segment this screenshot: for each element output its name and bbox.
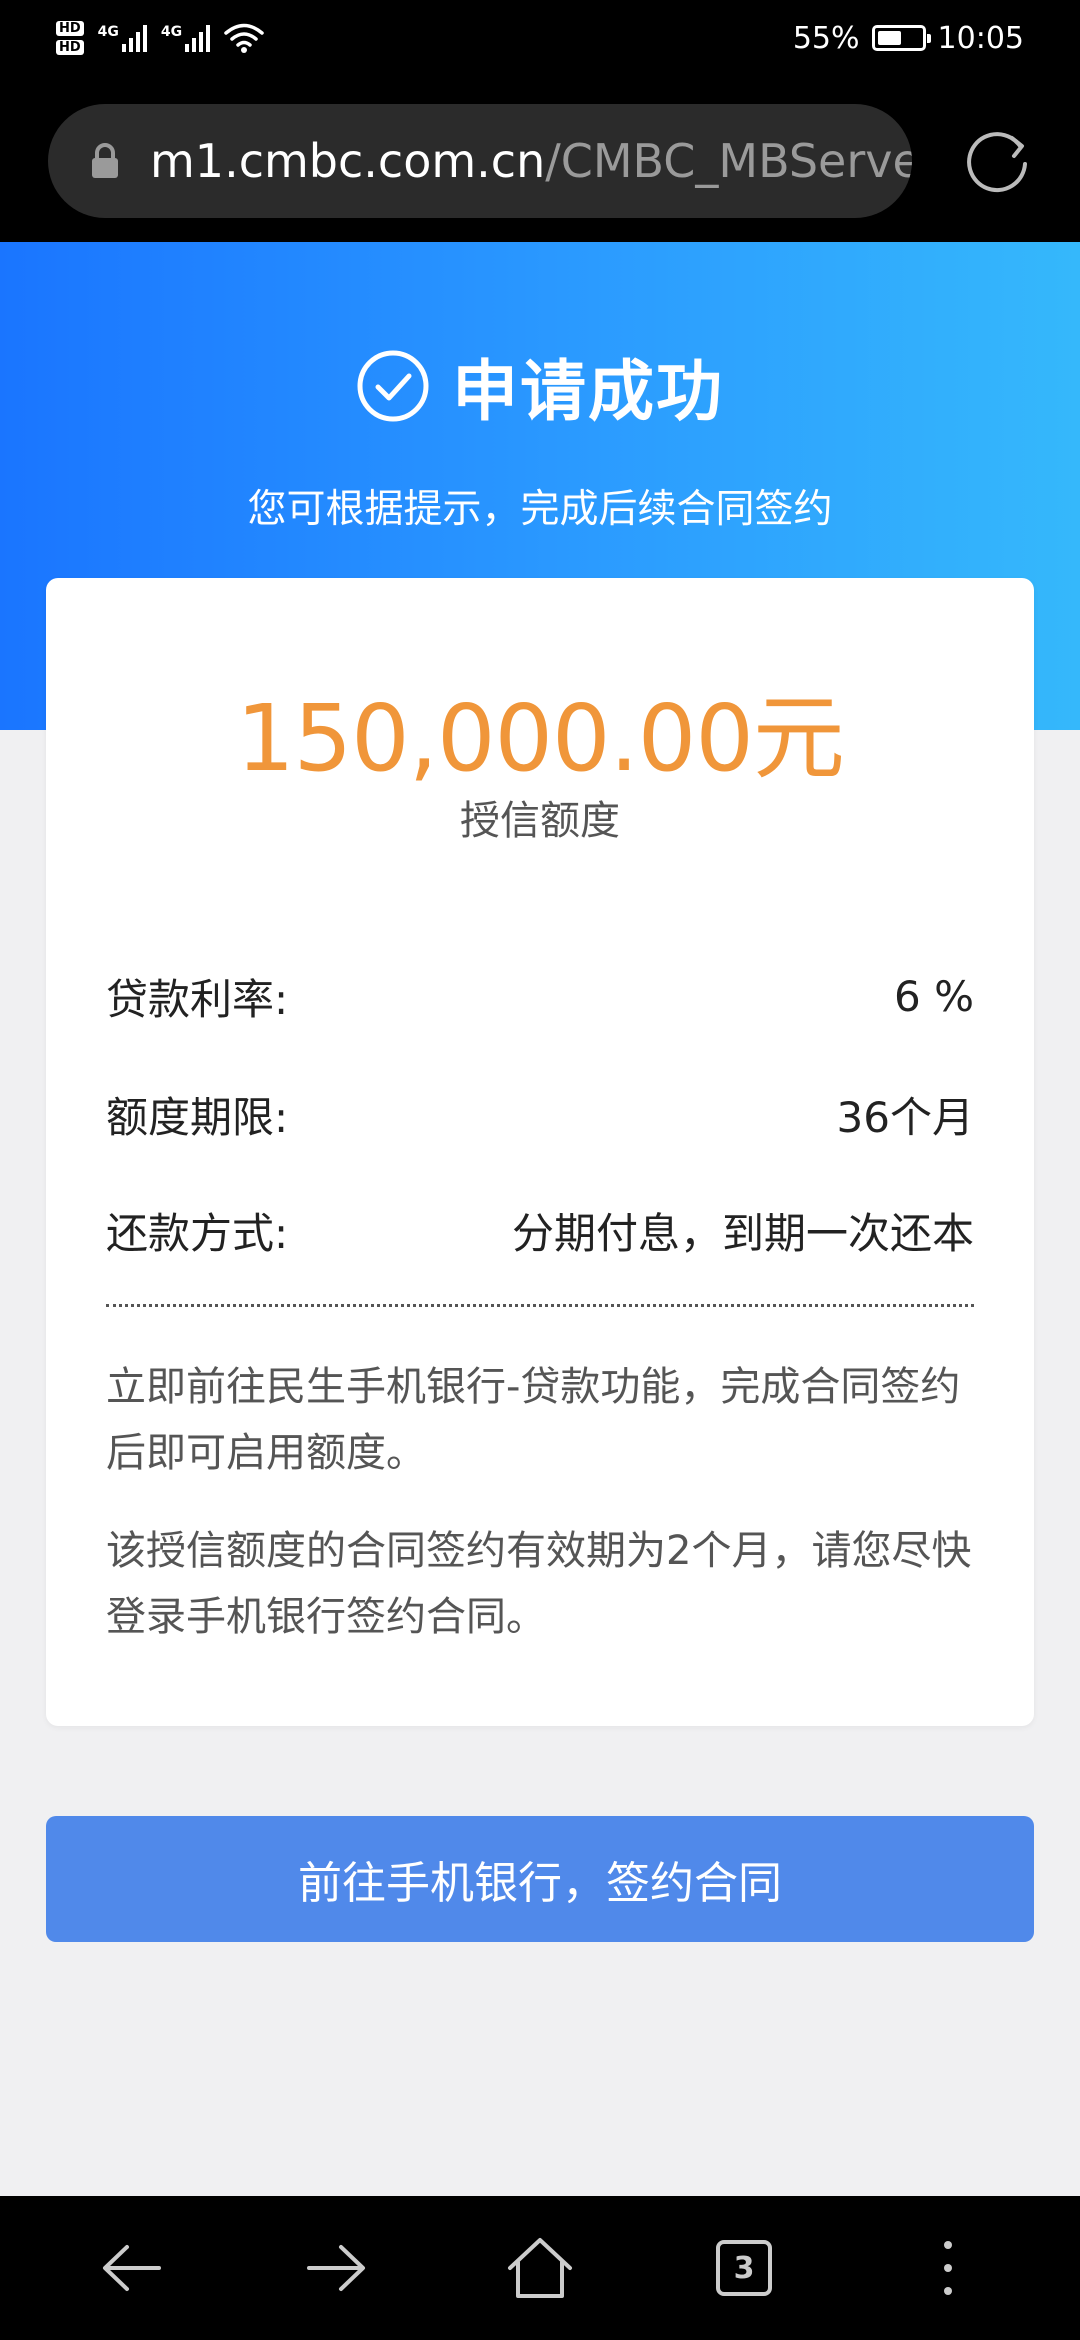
url-path: /CMBC_MBServe: [545, 134, 912, 188]
note-paragraph-1: 立即前往民生手机银行-贷款功能，完成合同签约后即可启用额度。: [106, 1364, 961, 1476]
home-icon: [508, 2238, 572, 2298]
signal-bars-icon: [121, 24, 147, 52]
detail-value: 36个月: [836, 1092, 974, 1142]
status-right: 55% 10:05: [793, 21, 1024, 56]
page-title: 申请成功: [452, 353, 724, 430]
detail-key: 贷款利率:: [106, 974, 289, 1024]
hd-badges: HD HD: [56, 21, 84, 55]
forward-arrow-icon: [307, 2245, 365, 2291]
detail-key: 额度期限:: [106, 1092, 289, 1142]
status-left: HD HD 4G 4G: [56, 21, 264, 55]
detail-key: 还款方式:: [106, 1208, 289, 1258]
detail-row-rate: 贷款利率: 6 %: [106, 966, 974, 1026]
detail-value: 6 %: [894, 971, 974, 1021]
more-menu-icon: [944, 2241, 952, 2295]
note-paragraph-2: 该授信额度的合同签约有效期为2个月，请您尽快登录手机银行签约合同。: [106, 1528, 972, 1640]
check-circle-icon: [357, 350, 429, 422]
go-to-mobile-banking-button[interactable]: 前往手机银行，签约合同: [46, 1816, 1034, 1942]
reload-icon[interactable]: [960, 124, 1034, 198]
success-title: 申请成功: [0, 338, 1080, 434]
hd-badge-2: HD: [56, 40, 84, 55]
battery-icon: [871, 25, 931, 51]
browser-bottom-bar: 3: [0, 2196, 1080, 2340]
url-host: m1.cmbc.com.cn: [150, 134, 546, 188]
wifi-icon: [224, 22, 264, 54]
success-subtitle: 您可根据提示，完成后续合同签约: [247, 487, 833, 532]
signal-2: 4G: [160, 24, 211, 52]
credit-amount: 150,000.00元: [236, 685, 845, 792]
detail-row-term: 额度期限: 36个月: [106, 1084, 974, 1144]
dotted-divider: [106, 1304, 974, 1307]
forward-button[interactable]: [286, 2218, 386, 2318]
back-arrow-icon: [103, 2245, 161, 2291]
network-type-2: 4G: [160, 24, 183, 40]
signal-1: 4G: [98, 24, 147, 52]
more-menu-button[interactable]: [898, 2218, 998, 2318]
browser-toolbar: m1.cmbc.com.cn/CMBC_MBServe: [0, 76, 1080, 242]
tabs-icon: 3: [716, 2240, 772, 2296]
network-type-1: 4G: [97, 24, 119, 40]
status-bar: HD HD 4G 4G 55% 10:05: [0, 0, 1080, 76]
detail-value: 分期付息，到期一次还本: [511, 1208, 974, 1258]
signal-bars-icon: [185, 24, 211, 52]
lock-icon: [92, 143, 118, 178]
hd-badge-1: HD: [56, 21, 84, 36]
battery-fill: [877, 31, 901, 45]
home-button[interactable]: [490, 2218, 590, 2318]
credit-card: 150,000.00元 授信额度 贷款利率: 6 % 额度期限: 36个月 还款…: [46, 578, 1034, 1726]
battery-percent: 55%: [792, 20, 860, 56]
detail-row-repayment: 还款方式: 分期付息，到期一次还本: [106, 1200, 974, 1260]
tabs-button[interactable]: 3: [694, 2218, 794, 2318]
tab-count: 3: [733, 2250, 755, 2286]
credit-amount-label: 授信额度: [460, 798, 620, 844]
address-bar[interactable]: m1.cmbc.com.cn/CMBC_MBServe: [48, 104, 912, 218]
url-text: m1.cmbc.com.cn/CMBC_MBServe: [150, 134, 912, 188]
back-button[interactable]: [82, 2218, 182, 2318]
clock: 10:05: [937, 20, 1024, 56]
